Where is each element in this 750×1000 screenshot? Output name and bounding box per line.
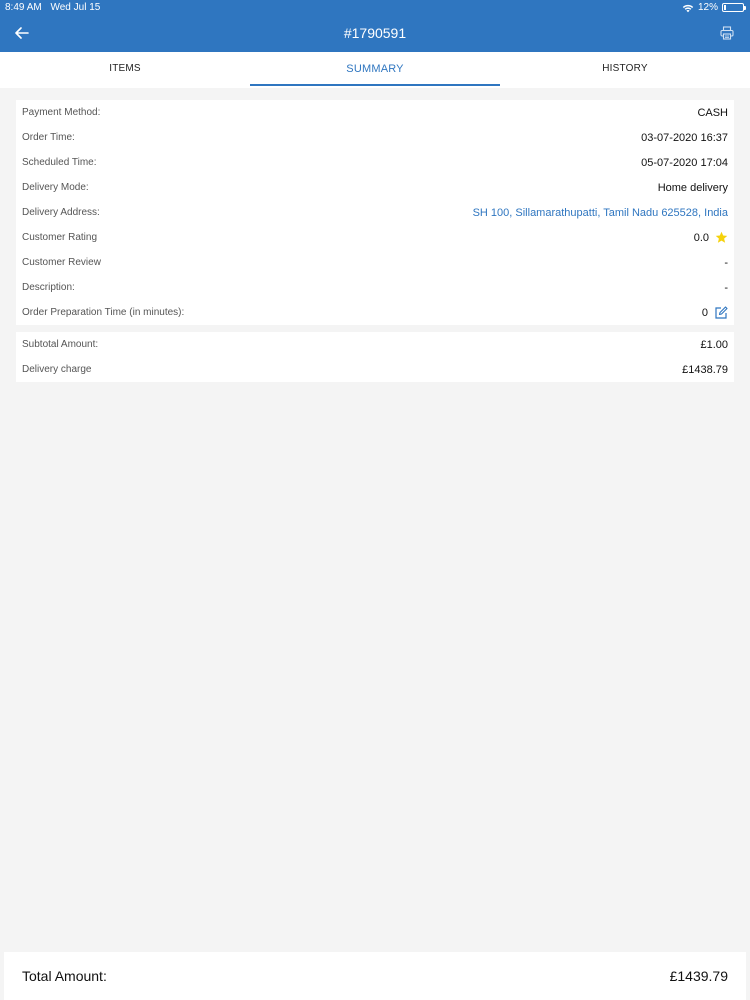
payment-method-row: Payment Method: CASH (16, 100, 734, 125)
scheduled-time-value: 05-07-2020 17:04 (641, 156, 728, 169)
prep-time-value-group: 0 (701, 305, 728, 320)
printer-icon (720, 26, 734, 40)
total-label: Total Amount: (22, 968, 107, 984)
subtotal-row: Subtotal Amount: £1.00 (16, 332, 734, 357)
star-icon (715, 231, 728, 243)
tab-items[interactable]: ITEMS (0, 52, 250, 88)
print-button[interactable] (716, 22, 738, 44)
customer-rating-row: Customer Rating 0.0 (16, 225, 734, 250)
status-time: 8:49 AM (5, 2, 42, 13)
delivery-address-label: Delivery Address: (22, 207, 100, 218)
battery-percent: 12% (697, 2, 718, 13)
status-date: Wed Jul 15 (50, 2, 101, 13)
subtotal-value: £1.00 (700, 338, 728, 351)
customer-review-row: Customer Review - (16, 250, 734, 275)
scheduled-time-label: Scheduled Time: (22, 157, 97, 168)
nav-row: #1790591 (0, 15, 750, 52)
total-footer: Total Amount: £1439.79 (4, 952, 746, 1000)
customer-rating-value-group: 0.0 (694, 231, 728, 244)
status-right: 12% (682, 0, 746, 15)
status-left: 8:49 AM Wed Jul 15 (5, 0, 106, 15)
delivery-mode-value: Home delivery (657, 181, 728, 194)
scheduled-time-row: Scheduled Time: 05-07-2020 17:04 (16, 150, 734, 175)
battery-fill (724, 5, 726, 10)
amounts-card: Subtotal Amount: £1.00 Delivery charge £… (16, 332, 734, 382)
customer-review-label: Customer Review (22, 257, 101, 268)
tab-bar: ITEMS SUMMARY HISTORY (0, 52, 750, 88)
customer-rating-label: Customer Rating (22, 232, 98, 243)
payment-method-label: Payment Method: (22, 107, 101, 118)
description-value: - (724, 281, 728, 294)
tab-summary[interactable]: SUMMARY (250, 52, 500, 88)
delivery-charge-label: Delivery charge (22, 364, 92, 375)
edit-icon[interactable] (714, 305, 728, 320)
subtotal-label: Subtotal Amount: (22, 339, 99, 350)
wifi-icon (682, 4, 694, 12)
tab-history[interactable]: HISTORY (500, 52, 750, 88)
delivery-address-row: Delivery Address: SH 100, Sillamarathupa… (16, 200, 734, 225)
battery-icon (722, 3, 746, 12)
payment-method-value: CASH (697, 106, 728, 119)
description-row: Description: - (16, 275, 734, 300)
order-time-label: Order Time: (22, 132, 75, 143)
page-title: #1790591 (343, 25, 407, 41)
delivery-mode-row: Delivery Mode: Home delivery (16, 175, 734, 200)
order-details-card: Payment Method: CASH Order Time: 03-07-2… (16, 100, 734, 325)
order-time-value: 03-07-2020 16:37 (641, 131, 728, 144)
customer-rating-value: 0.0 (693, 231, 709, 244)
customer-review-value: - (724, 256, 728, 269)
delivery-address-link[interactable]: SH 100, Sillamarathupatti, Tamil Nadu 62… (473, 207, 728, 219)
prep-time-value: 0 (701, 306, 708, 319)
order-summary-screen: 8:49 AM Wed Jul 15 12% #1790591 ITEMS SU… (0, 0, 750, 1000)
delivery-charge-value: £1438.79 (682, 363, 728, 376)
status-bar: 8:49 AM Wed Jul 15 12% (0, 0, 750, 15)
app-header: 8:49 AM Wed Jul 15 12% #1790591 (0, 0, 750, 52)
delivery-charge-row: Delivery charge £1438.79 (16, 357, 734, 382)
order-time-row: Order Time: 03-07-2020 16:37 (16, 125, 734, 150)
total-value: £1439.79 (669, 968, 728, 984)
description-label: Description: (22, 282, 75, 293)
prep-time-label: Order Preparation Time (in minutes): (22, 307, 185, 318)
prep-time-row: Order Preparation Time (in minutes): 0 (16, 300, 734, 325)
delivery-mode-label: Delivery Mode: (22, 182, 89, 193)
